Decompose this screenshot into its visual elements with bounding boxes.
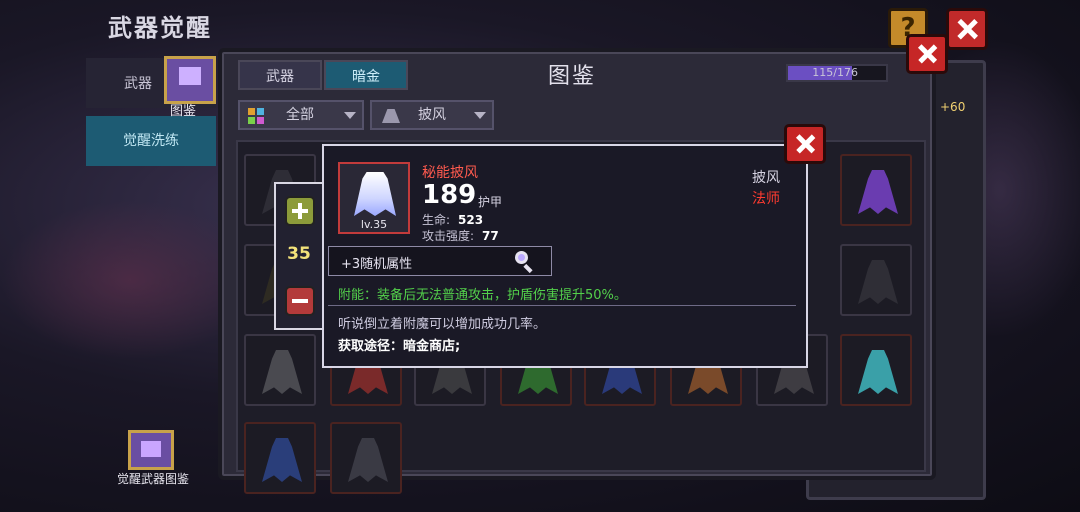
progress-text: 115/176 <box>812 66 858 79</box>
item-slot[interactable] <box>840 334 912 406</box>
close-icon <box>916 44 938 64</box>
close-icon <box>794 134 816 154</box>
tab-dark-gold[interactable]: 暗金 <box>324 60 408 90</box>
collection-progress-bar: 115/176 <box>786 64 888 82</box>
item-slot[interactable] <box>244 334 316 406</box>
item-description: 听说倒立着附魔可以增加成功几率。 <box>338 317 547 332</box>
item-slot[interactable] <box>840 244 912 316</box>
level-counter: 35 <box>274 182 324 330</box>
awakened-weapon-codex-label: 觉醒武器图鉴 <box>116 472 189 486</box>
cape-icon <box>262 350 302 394</box>
item-class: 法师 <box>752 191 780 207</box>
cape-icon <box>348 438 388 482</box>
item-level: lv.35 <box>360 218 388 231</box>
stat-health: 生命: 523 <box>422 213 484 227</box>
item-armor-value: 189 <box>422 180 477 210</box>
close-panel-button[interactable] <box>906 34 948 74</box>
increase-level-button[interactable] <box>285 196 315 226</box>
cape-icon <box>262 438 302 482</box>
cape-icon <box>858 170 898 214</box>
item-slot[interactable] <box>840 154 912 226</box>
tab-weapon[interactable]: 武器 <box>238 60 322 90</box>
filter-dropdown-all[interactable]: 全部 <box>238 100 364 130</box>
item-source: 获取途径：暗金商店; <box>338 339 461 354</box>
cape-icon <box>858 350 898 394</box>
enchant-text: 附能：装备后无法普通攻击，护盾伤害提升50%。 <box>338 288 627 303</box>
codex-icon <box>164 56 216 104</box>
level-value: 35 <box>287 244 311 264</box>
cape-icon <box>858 260 898 304</box>
panel-title: 图鉴 <box>548 64 597 89</box>
cape-icon <box>354 172 396 216</box>
decrease-level-button[interactable] <box>285 286 315 316</box>
close-popup-button[interactable] <box>784 124 826 164</box>
side-tab-awaken-refine[interactable]: 觉醒洗练 <box>86 116 216 166</box>
chevron-down-icon <box>474 112 486 119</box>
item-slot[interactable] <box>330 422 402 494</box>
item-count-badge: +60 <box>940 100 966 114</box>
divider <box>328 305 796 306</box>
item-armor-label: 护甲 <box>478 195 503 209</box>
chevron-down-icon <box>344 112 356 119</box>
random-attribute-box[interactable]: +3随机属性 <box>328 246 552 276</box>
cape-icon <box>382 109 400 123</box>
item-type: 披风 <box>752 170 780 186</box>
stat-attack-power: 攻击强度: 77 <box>422 229 499 243</box>
awakened-weapon-codex-icon[interactable] <box>128 430 174 470</box>
grid-icon <box>248 108 264 124</box>
close-screen-button[interactable] <box>946 8 988 50</box>
close-icon <box>956 18 978 40</box>
screen-title: 武器觉醒 <box>108 14 212 42</box>
random-attribute-text: +3随机属性 <box>341 257 413 272</box>
item-slot[interactable] <box>244 422 316 494</box>
item-name: 秘能披风 <box>422 165 478 181</box>
magnifier-icon[interactable] <box>515 251 535 274</box>
item-portrait: lv.35 <box>338 162 410 234</box>
codex-icon-label: 图鉴 <box>170 104 197 119</box>
filter-dropdown-cape[interactable]: 披风 <box>370 100 494 130</box>
